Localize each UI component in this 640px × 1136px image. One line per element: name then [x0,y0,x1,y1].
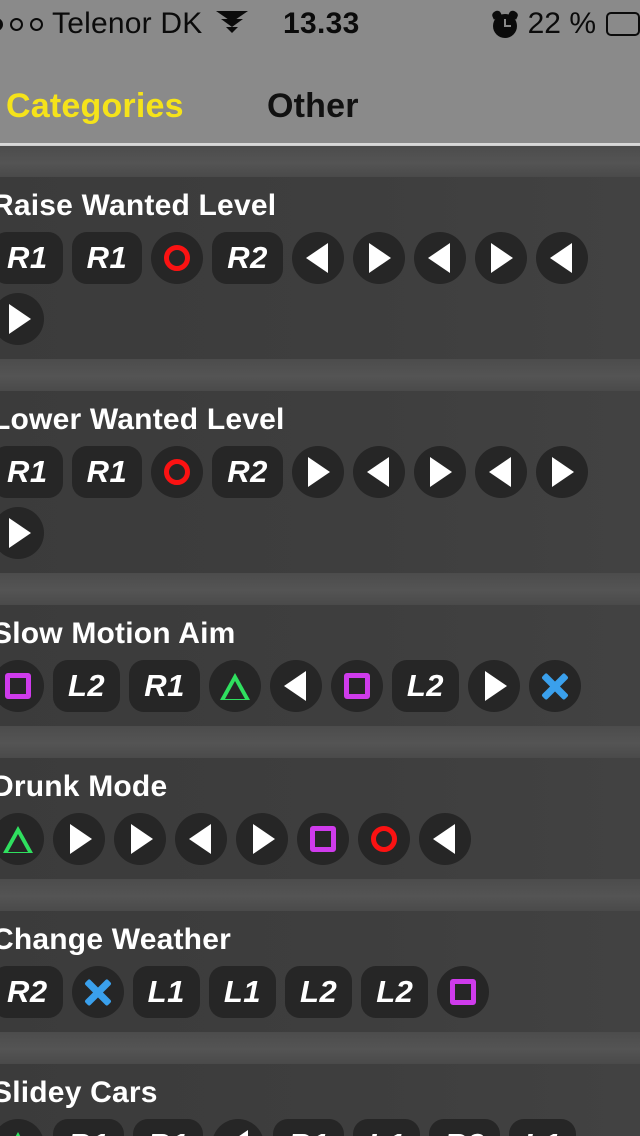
cheat-section: Lower Wanted Level R1 R1 R2 [0,391,640,573]
alarm-clock-icon [490,9,519,38]
clock-label: 13.33 [283,7,360,40]
cross-button-icon [529,660,582,712]
dpad-right-icon [468,660,521,712]
battery-icon [606,12,640,36]
triangle-button-icon [0,1119,44,1136]
controller-button-l2: L2 [53,660,121,712]
section-separator [0,145,640,177]
dpad-left-icon [291,232,344,284]
section-separator [0,1032,640,1064]
dpad-left-icon [212,1119,265,1136]
cheat-button-sequence [0,813,640,865]
tab-bar: Categories Other [0,48,640,145]
dpad-left-icon [474,446,527,498]
controller-button-r2: R2 [429,1119,500,1136]
controller-button-l2: L2 [285,966,353,1018]
cheat-title: Slidey Cars [0,1076,158,1109]
cheat-title: Drunk Mode [0,770,168,803]
cross-button-icon [71,966,124,1018]
dpad-right-icon [474,232,527,284]
controller-button-r1: R1 [273,1119,344,1136]
signal-dot [30,17,43,31]
square-button-icon [330,660,383,712]
dpad-right-icon [0,293,44,345]
cheat-button-sequence: R2 L1 L1 L2 L2 [0,966,640,1018]
controller-button-r1: R1 [132,1119,204,1136]
cheat-button-sequence: R1 R1 R2 [0,232,640,345]
controller-button-l1: L1 [508,1119,576,1136]
controller-button-l2: L2 [391,660,460,712]
status-bar-left: Telenor DK [0,7,249,41]
cheat-section: Drunk Mode [0,758,640,879]
signal-strength-icon [0,17,43,31]
cheat-section: Slow Motion Aim L2 R1 L2 [0,605,640,726]
controller-button-l1: L1 [352,1119,421,1136]
app-screen: Telenor DK 13.33 22 % Categories Other R… [0,0,640,1136]
cheat-title: Raise Wanted Level [0,189,277,222]
controller-button-r2: R2 [0,966,63,1018]
dpad-right-icon [291,446,344,498]
cheat-title: Slow Motion Aim [0,617,236,650]
dpad-right-icon [53,813,105,865]
tab-categories[interactable]: Categories [6,87,184,126]
dpad-right-icon [352,232,405,284]
battery-percent-label: 22 % [527,7,596,40]
controller-button-l1: L1 [132,966,200,1018]
triangle-button-icon [208,660,261,712]
signal-dot [0,17,3,31]
status-bar: Telenor DK 13.33 22 % [0,0,640,48]
circle-button-icon [358,813,410,865]
cheat-title: Lower Wanted Level [0,403,285,436]
dpad-right-icon [0,507,44,559]
controller-button-l1: L1 [208,966,277,1018]
dpad-right-icon [114,813,166,865]
circle-button-icon [151,446,204,498]
dpad-left-icon [419,813,471,865]
dpad-left-icon [352,446,405,498]
triangle-button-icon [0,813,44,865]
signal-dot [10,17,23,31]
controller-button-l2: L2 [361,966,429,1018]
controller-button-r1: R1 [0,232,63,284]
square-button-icon [0,660,44,712]
cheat-button-sequence: R1 R1 R2 [0,446,640,559]
controller-button-r1: R1 [71,446,143,498]
controller-button-r1: R1 [71,232,143,284]
square-button-icon [297,813,349,865]
cheat-section: Slidey Cars R1 R1 R1 L1 R2 L1 [0,1064,640,1136]
status-bar-right: 22 % [490,7,640,41]
cheat-section: Raise Wanted Level R1 R1 R2 [0,177,640,359]
cheat-list[interactable]: Raise Wanted Level R1 R1 R2 Lower Wanted Lev… [0,145,640,1136]
dpad-left-icon [269,660,322,712]
section-separator [0,726,640,758]
controller-button-r1: R1 [129,660,200,712]
section-separator [0,573,640,605]
dpad-left-icon [535,232,588,284]
dpad-left-icon [175,813,227,865]
controller-button-r2: R2 [212,446,283,498]
cheat-button-sequence: L2 R1 L2 [0,660,640,712]
square-button-icon [437,966,490,1018]
section-separator [0,359,640,391]
wifi-icon [215,11,249,37]
section-separator [0,879,640,911]
dpad-right-icon [236,813,288,865]
cheat-title: Change Weather [0,923,231,956]
dpad-right-icon [413,446,466,498]
controller-button-r1: R1 [53,1119,124,1136]
dpad-right-icon [535,446,588,498]
cheat-section: Change Weather R2 L1 L1 L2 L2 [0,911,640,1032]
controller-button-r2: R2 [212,232,283,284]
cheat-button-sequence: R1 R1 R1 L1 R2 L1 [0,1119,640,1136]
controller-button-r1: R1 [0,446,63,498]
dpad-left-icon [413,232,466,284]
circle-button-icon [151,232,204,284]
carrier-label: Telenor DK [52,7,203,40]
tab-other[interactable]: Other [267,87,359,126]
